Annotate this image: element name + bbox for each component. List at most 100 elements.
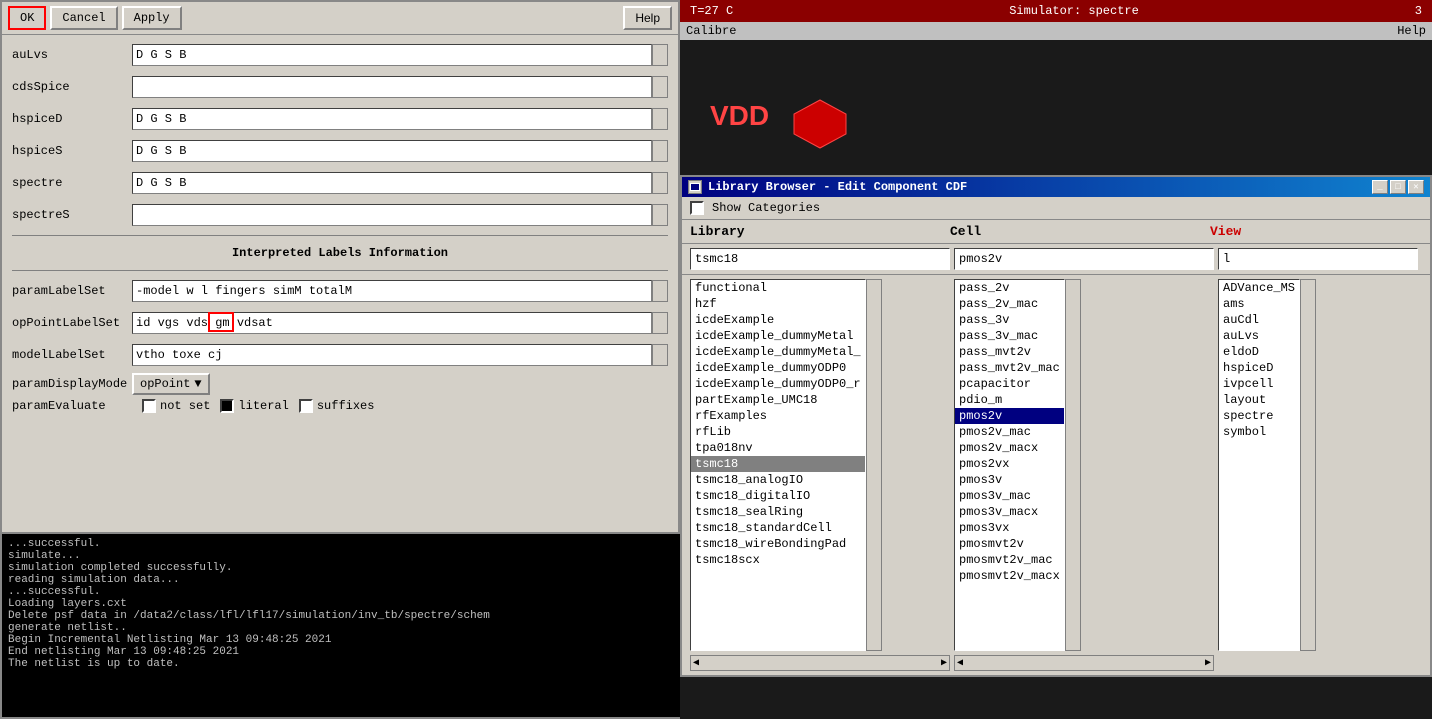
list-item[interactable]: pmosmvt2v_mac [955, 552, 1064, 568]
cell-list-wrap: pass_2v pass_2v_mac pass_3v pass_3v_mac … [954, 279, 1214, 651]
aulus-input[interactable] [132, 44, 652, 66]
hspiced-input[interactable] [132, 108, 652, 130]
list-item[interactable]: pmos3v_mac [955, 488, 1064, 504]
list-item[interactable]: pmos2v_macx [955, 440, 1064, 456]
view-scroll-spacer [1218, 655, 1234, 671]
cdsspice-input[interactable] [132, 76, 652, 98]
list-item[interactable]: tsmc18_wireBondingPad [691, 536, 865, 552]
literal-item: literal [220, 399, 288, 413]
list-item[interactable]: tsmc18_standardCell [691, 520, 865, 536]
paramlabelset-input[interactable] [132, 280, 652, 302]
list-item[interactable]: icdeExample [691, 312, 865, 328]
suffixes-item: suffixes [299, 399, 375, 413]
library-list-inner: functional hzf icdeExample icdeExample_d… [691, 280, 865, 650]
cell-scrollbar[interactable] [1065, 279, 1081, 651]
list-item[interactable]: pmos3v_macx [955, 504, 1064, 520]
titlebar-icon [688, 180, 702, 194]
list-item[interactable]: pass_3v_mac [955, 328, 1064, 344]
help-button[interactable]: Help [623, 6, 672, 30]
modellabelset-input[interactable] [132, 344, 652, 366]
list-item-pmos2v[interactable]: pmos2v [955, 408, 1064, 424]
list-item[interactable]: pmosmvt2v_macx [955, 568, 1064, 584]
list-item[interactable]: pcapacitor [955, 376, 1064, 392]
list-item[interactable]: tsmc18_sealRing [691, 504, 865, 520]
list-item[interactable]: layout [1219, 392, 1299, 408]
paramdisplaymode-value: opPoint [140, 377, 190, 391]
help-menu-item[interactable]: Help [1397, 24, 1426, 38]
list-item[interactable]: icdeExample_dummyODP0_r [691, 376, 865, 392]
not-set-checkbox[interactable] [142, 399, 156, 413]
list-item[interactable]: pmos2vx [955, 456, 1064, 472]
list-item[interactable]: pmos3v [955, 472, 1064, 488]
log-line-7: Delete psf data in /data2/class/lfl/lfl1… [8, 610, 676, 622]
list-item[interactable]: pdio_m [955, 392, 1064, 408]
cell-bottom-scroll[interactable]: ◀ ▶ [954, 655, 1214, 671]
list-item[interactable]: symbol [1219, 424, 1299, 440]
literal-checkbox[interactable] [220, 399, 234, 413]
scroll-left-icon: ◀ [955, 657, 965, 669]
log-line-5: ...successful. [8, 586, 676, 598]
list-item[interactable]: eldoD [1219, 344, 1299, 360]
list-item[interactable]: icdeExample_dummyMetal [691, 328, 865, 344]
hspices-input[interactable] [132, 140, 652, 162]
library-bottom-scroll[interactable]: ◀ ▶ [690, 655, 950, 671]
list-item[interactable]: tpa018nv [691, 440, 865, 456]
list-item[interactable]: pass_2v [955, 280, 1064, 296]
paramlabelset-scrollbar [652, 280, 668, 302]
cancel-button[interactable]: Cancel [50, 6, 117, 30]
library-input[interactable] [690, 248, 950, 270]
list-item[interactable]: auLvs [1219, 328, 1299, 344]
list-item[interactable]: pass_mvt2v_mac [955, 360, 1064, 376]
list-item[interactable]: tsmc18_digitalIO [691, 488, 865, 504]
lib-lists-area: functional hzf icdeExample icdeExample_d… [682, 275, 1430, 655]
maximize-button[interactable]: □ [1390, 180, 1406, 194]
list-item[interactable]: spectre [1219, 408, 1299, 424]
suffixes-checkbox[interactable] [299, 399, 313, 413]
log-line-3: simulation completed successfully. [8, 562, 676, 574]
form-row-modellabelset: modelLabelSet [12, 341, 668, 369]
list-item[interactable]: rfExamples [691, 408, 865, 424]
list-item[interactable]: ams [1219, 296, 1299, 312]
list-item[interactable]: ivpcell [1219, 376, 1299, 392]
minimize-button[interactable]: _ [1372, 180, 1388, 194]
spectres-input[interactable] [132, 204, 652, 226]
list-item[interactable]: auCdl [1219, 312, 1299, 328]
ok-button[interactable]: OK [8, 6, 46, 30]
list-item[interactable]: hspiceD [1219, 360, 1299, 376]
list-item[interactable]: pass_mvt2v [955, 344, 1064, 360]
temp-label: T=27 C [690, 4, 733, 18]
paramdisplaymode-dropdown[interactable]: opPoint ▼ [132, 373, 210, 395]
list-item[interactable]: pmos3vx [955, 520, 1064, 536]
list-item[interactable]: icdeExample_dummyODP0 [691, 360, 865, 376]
paramlabelset-label: paramLabelSet [12, 284, 132, 298]
library-scrollbar[interactable] [866, 279, 882, 651]
view-scrollbar[interactable] [1300, 279, 1316, 651]
cell-input[interactable] [954, 248, 1214, 270]
cell-list: pass_2v pass_2v_mac pass_3v pass_3v_mac … [954, 279, 1065, 651]
spectre-input[interactable] [132, 172, 652, 194]
list-item-tsmc18[interactable]: tsmc18 [691, 456, 865, 472]
list-item[interactable]: pass_3v [955, 312, 1064, 328]
show-categories-checkbox[interactable] [690, 201, 704, 215]
apply-button[interactable]: Apply [122, 6, 182, 30]
list-item[interactable]: icdeExample_dummyMetal_ [691, 344, 865, 360]
view-input[interactable] [1218, 248, 1418, 270]
list-item[interactable]: functional [691, 280, 865, 296]
close-button[interactable]: ✕ [1408, 180, 1424, 194]
lib-browser-inputs [682, 244, 1430, 275]
list-item[interactable]: pass_2v_mac [955, 296, 1064, 312]
list-item[interactable]: tsmc18scx [691, 552, 865, 568]
calibre-menu-item[interactable]: Calibre [686, 24, 736, 38]
list-item[interactable]: pmos2v_mac [955, 424, 1064, 440]
list-item[interactable]: tsmc18_analogIO [691, 472, 865, 488]
list-item[interactable]: partExample_UMC18 [691, 392, 865, 408]
list-item[interactable]: hzf [691, 296, 865, 312]
lib-browser-window: Library Browser - Edit Component CDF _ □… [680, 175, 1432, 677]
list-item[interactable]: pmosmvt2v [955, 536, 1064, 552]
log-line-6: Loading layers.cxt [8, 598, 676, 610]
list-item[interactable]: rfLib [691, 424, 865, 440]
col-library-header: Library [690, 224, 950, 239]
list-item[interactable]: ADVance_MS [1219, 280, 1299, 296]
oppoint-input[interactable] [132, 312, 652, 334]
show-categories-label: Show Categories [712, 201, 820, 215]
